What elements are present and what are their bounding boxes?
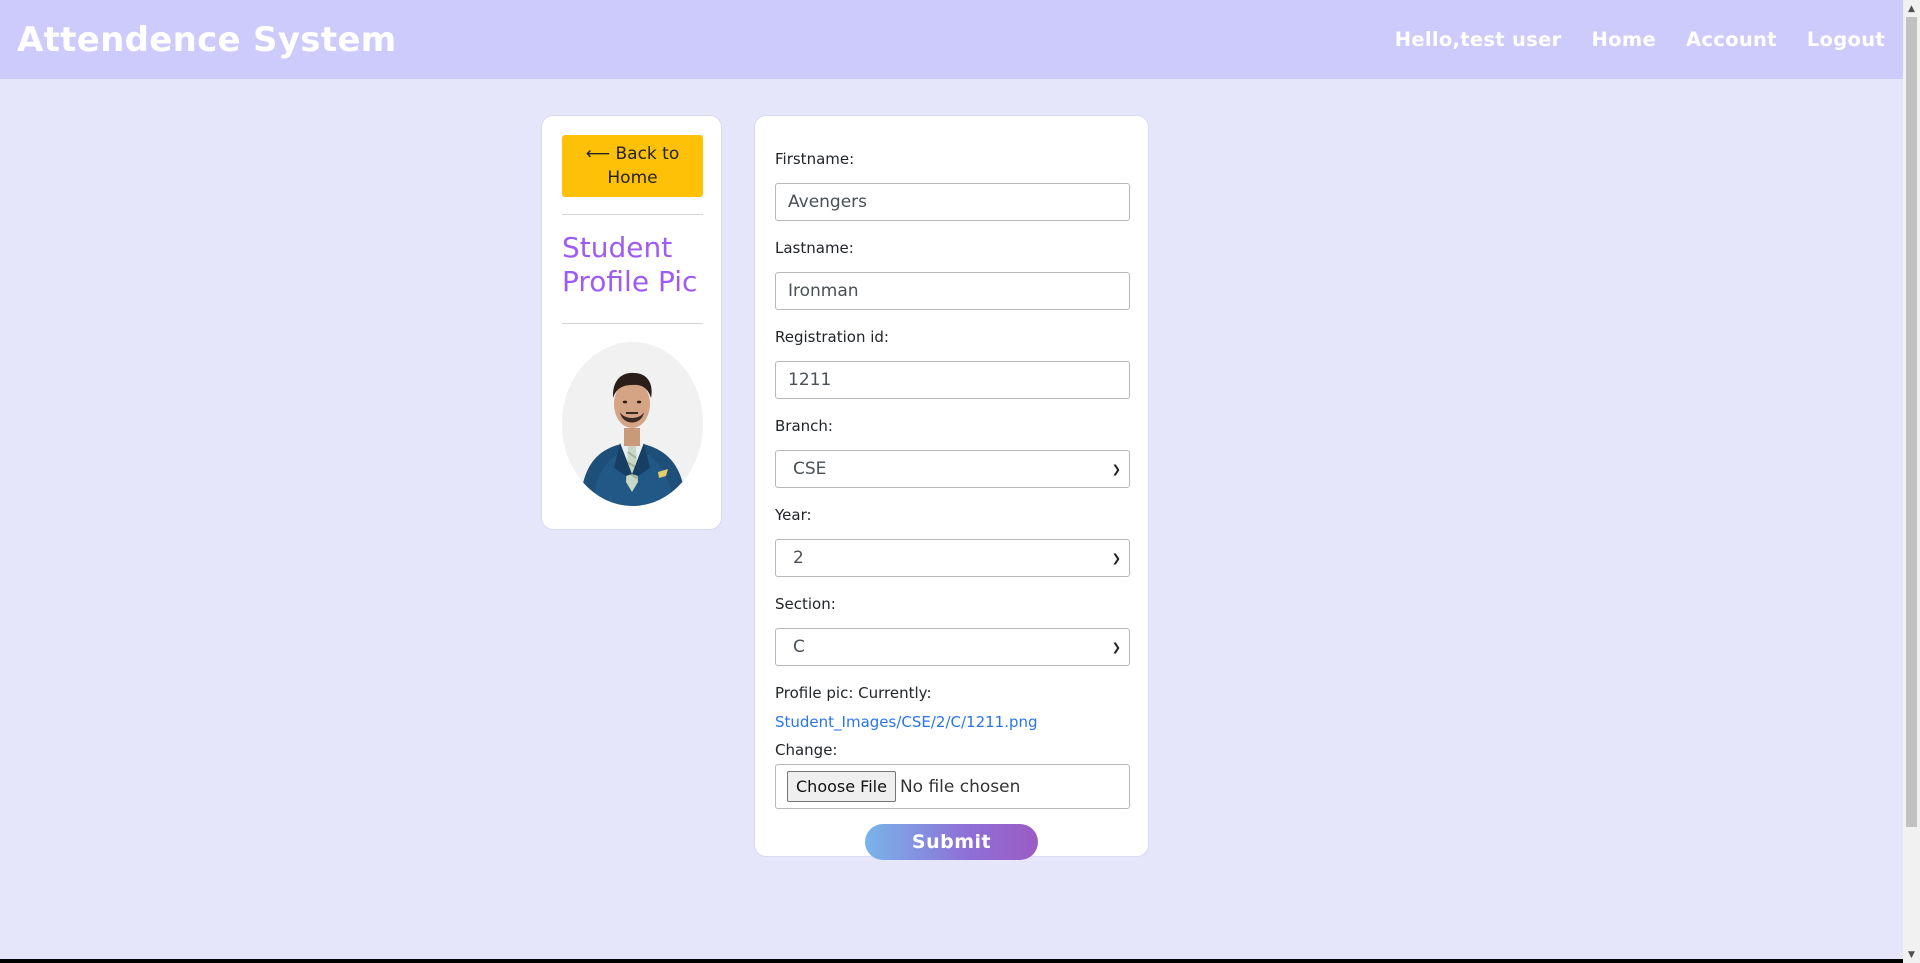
submit-wrapper: Submit — [775, 824, 1128, 860]
registration-field: Registration id: — [775, 328, 1130, 399]
profile-pic-label: Profile pic: Currently: — [775, 684, 932, 702]
section-field: Section: C ❯ — [775, 595, 1130, 666]
branch-select[interactable]: CSE ❯ — [775, 450, 1130, 488]
current-profile-pic-link[interactable]: Student_Images/CSE/2/C/1211.png — [775, 713, 1128, 731]
nav-account-link[interactable]: Account — [1686, 28, 1777, 51]
user-greeting: Hello,test user — [1394, 28, 1562, 51]
registration-input[interactable] — [775, 361, 1130, 399]
choose-file-button[interactable]: Choose File — [787, 771, 896, 802]
firstname-label: Firstname: — [775, 150, 855, 168]
scroll-down-arrow-icon[interactable]: ▼ — [1903, 946, 1920, 963]
branch-label: Branch: — [775, 417, 833, 435]
year-select[interactable]: 2 ❯ — [775, 539, 1130, 577]
no-file-text: No file chosen — [899, 776, 1021, 797]
page-scrollbar[interactable]: ▲ ▼ — [1903, 0, 1920, 963]
registration-label: Registration id: — [775, 328, 889, 346]
section-label: Section: — [775, 595, 836, 613]
top-navbar: Attendence System Hello,test user Home A… — [0, 0, 1903, 79]
back-to-home-button[interactable]: ⟵ Back to Home — [562, 135, 703, 197]
nav-home-link[interactable]: Home — [1592, 28, 1656, 51]
chevron-down-icon: ❯ — [1111, 462, 1121, 476]
firstname-input[interactable] — [775, 183, 1130, 221]
profile-pic-card: ⟵ Back to Home Student Profile Pic — [541, 115, 722, 530]
divider — [562, 323, 703, 324]
student-avatar — [562, 342, 703, 506]
lastname-field: Lastname: — [775, 239, 1130, 310]
submit-button[interactable]: Submit — [865, 824, 1038, 860]
scroll-up-arrow-icon[interactable]: ▲ — [1903, 0, 1920, 17]
nav-links: Hello,test user Home Account Logout — [1395, 28, 1885, 51]
lastname-label: Lastname: — [775, 239, 854, 257]
lastname-input[interactable] — [775, 272, 1130, 310]
student-form-card: Firstname: Lastname: Registration id: Br… — [754, 115, 1149, 860]
branch-selected-value: CSE — [793, 459, 827, 479]
file-input[interactable]: Choose File No file chosen — [775, 764, 1130, 809]
chevron-down-icon: ❯ — [1111, 551, 1121, 565]
profile-pic-title: Student Profile Pic — [562, 231, 698, 298]
divider — [562, 214, 703, 215]
chevron-down-icon: ❯ — [1111, 640, 1121, 654]
change-label: Change: — [775, 741, 838, 759]
year-selected-value: 2 — [793, 548, 804, 568]
nav-logout-link[interactable]: Logout — [1807, 28, 1885, 51]
bottom-edge — [0, 959, 1903, 963]
section-selected-value: C — [793, 637, 805, 657]
scrollbar-thumb[interactable] — [1906, 17, 1917, 827]
profile-pic-field: Profile pic: Currently: Student_Images/C… — [775, 684, 1130, 809]
branch-field: Branch: CSE ❯ — [775, 417, 1130, 488]
year-label: Year: — [775, 506, 812, 524]
year-field: Year: 2 ❯ — [775, 506, 1130, 577]
firstname-field: Firstname: — [775, 150, 1130, 221]
app-brand: Attendence System — [17, 19, 397, 60]
section-select[interactable]: C ❯ — [775, 628, 1130, 666]
